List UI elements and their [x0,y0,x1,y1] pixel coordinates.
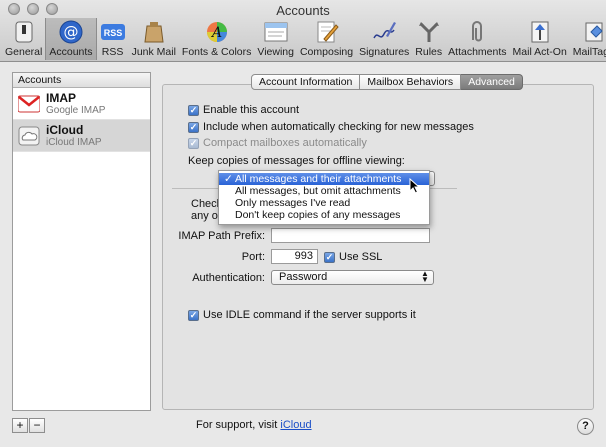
include-check-checkbox[interactable]: ✓ [188,121,199,133]
toolbar-label: Signatures [359,46,410,58]
support-label: For support, visit [196,419,278,431]
toolbar-mail-act-on[interactable]: Mail Act-On [510,18,570,60]
accounts-sidebar: Accounts IMAP Google IMAP iCloud iCloud … [12,72,151,411]
window-titlebar: Accounts General @ Accounts RSS RSS Junk… [0,0,606,62]
include-check-row: ✓ Include when automatically checking fo… [188,121,474,133]
toolbar-composing[interactable]: Composing [297,18,356,60]
mouse-pointer-icon [409,178,421,194]
enable-account-checkbox[interactable]: ✓ [188,104,199,116]
port-field[interactable]: 993 [271,249,318,264]
compact-label: Compact mailboxes automatically [203,137,367,149]
port-label: Port: [241,251,265,263]
toolbar-attachments[interactable]: Attachments [445,18,509,60]
compact-checkbox[interactable]: ✓ [188,137,199,149]
enable-account-row: ✓ Enable this account [188,104,299,116]
toolbar-junk-mail[interactable]: Junk Mail [129,18,179,60]
tab-mailbox-behaviors[interactable]: Mailbox Behaviors [360,74,462,90]
check-text-2: any of [191,210,221,222]
toolbar-rss[interactable]: RSS RSS [97,18,129,60]
menu-item-label: All messages and their attachments [235,173,402,185]
gmail-icon [18,93,40,115]
imap-prefix-field[interactable] [271,228,430,243]
toolbar-label: Junk Mail [131,46,176,58]
authentication-value: Password [279,271,328,283]
svg-text:A: A [210,25,222,41]
menu-item-dont-keep[interactable]: Don't keep copies of any messages [219,209,429,221]
toolbar-accounts[interactable]: @ Accounts [45,18,97,60]
composing-icon [314,20,340,44]
account-tabs: Account Information Mailbox Behaviors Ad… [251,74,523,90]
toolbar-label: Fonts & Colors [181,46,252,58]
viewing-icon [263,20,289,44]
account-row-imap[interactable]: IMAP Google IMAP [13,88,150,120]
rss-icon: RSS [100,20,126,44]
svg-text:@: @ [63,23,78,41]
toolbar-rules[interactable]: Rules [412,18,445,60]
menu-item-all-attachments[interactable]: ✓ All messages and their attachments [219,173,429,185]
include-check-label: Include when automatically checking for … [203,121,474,133]
use-ssl-label: Use SSL [339,251,383,263]
authentication-popup[interactable]: Password ▲ ▼ [271,270,434,285]
toolbar-label: Rules [415,46,443,58]
use-ssl-row: ✓ Use SSL [324,251,382,263]
toolbar-fonts-colors[interactable]: A Fonts & Colors [179,18,254,60]
authentication-label: Authentication: [192,272,265,284]
menu-item-only-read[interactable]: Only messages I've read [219,197,429,209]
account-row-icloud[interactable]: iCloud iCloud IMAP [13,120,150,152]
sidebar-buttons: + − [12,418,46,433]
keep-copies-menu: ✓ All messages and their attachments All… [218,170,430,225]
mail-act-on-icon [527,20,553,44]
at-icon: @ [58,20,84,44]
account-name: iCloud [46,122,84,137]
sidebar-header: Accounts [13,73,150,88]
popup-arrows-icon: ▲▼ [421,269,429,284]
preferences-toolbar: General @ Accounts RSS RSS Junk Mail A F… [2,18,606,60]
rules-icon [416,20,442,44]
idle-checkbox[interactable]: ✓ [188,309,199,321]
support-link[interactable]: iCloud [280,419,311,431]
toolbar-label: RSS [101,46,124,58]
menu-item-omit-attachments[interactable]: All messages, but omit attachments [219,185,429,197]
toolbar-general[interactable]: General [2,18,45,60]
toolbar-label: MailTags [572,46,606,58]
toolbar-label: General [5,46,43,58]
keep-copies-label: Keep copies of messages for offline view… [188,155,405,167]
toolbar-label: Viewing [257,46,294,58]
account-type: Google IMAP [46,104,106,116]
toolbar-label: Attachments [448,46,507,58]
toolbar-label: Accounts [49,46,93,58]
mailtags-icon [581,20,606,44]
help-button[interactable]: ? [577,418,594,435]
fonts-colors-icon: A [204,20,230,44]
signature-icon [371,20,397,44]
use-ssl-checkbox[interactable]: ✓ [324,251,335,263]
add-account-button[interactable]: + [12,418,28,433]
idle-row: ✓ Use IDLE command if the server support… [188,309,416,321]
toolbar-label: Composing [299,46,354,58]
compact-row: ✓ Compact mailboxes automatically [188,137,367,149]
toolbar-label: Mail Act-On [512,46,567,58]
account-name: IMAP [46,90,76,105]
account-type: iCloud IMAP [46,136,102,148]
window-title: Accounts [276,3,330,18]
tab-advanced[interactable]: Advanced [461,74,523,90]
support-text: For support, visit iCloud [196,419,312,431]
remove-account-button[interactable]: − [29,418,45,433]
enable-account-label: Enable this account [203,104,300,116]
tab-account-information[interactable]: Account Information [251,74,361,90]
paperclip-icon [464,20,490,44]
icloud-icon [18,125,40,147]
junk-bag-icon [141,20,167,44]
rss-badge-text: RSS [103,28,122,38]
toolbar-mailtags[interactable]: MailTags [570,18,606,60]
checkmark-icon: ✓ [224,173,233,185]
switch-icon [11,20,37,44]
imap-prefix-label: IMAP Path Prefix: [178,230,265,242]
toolbar-signatures[interactable]: Signatures [356,18,412,60]
idle-label: Use IDLE command if the server supports … [203,309,416,321]
toolbar-viewing[interactable]: Viewing [254,18,297,60]
